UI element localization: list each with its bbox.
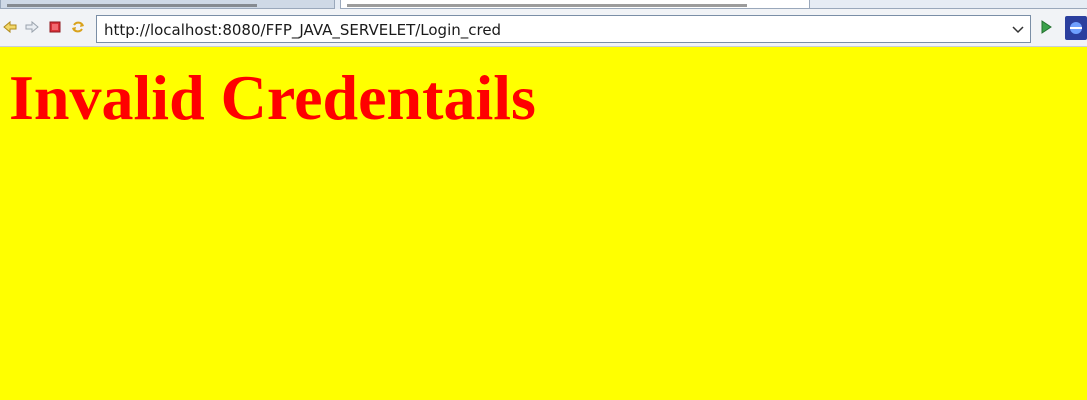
refresh-button[interactable] bbox=[70, 19, 86, 35]
go-button[interactable] bbox=[1038, 19, 1054, 35]
stop-icon bbox=[49, 21, 61, 33]
forward-button[interactable] bbox=[24, 19, 40, 35]
back-button[interactable] bbox=[2, 19, 18, 35]
refresh-icon bbox=[72, 21, 84, 33]
extension-button[interactable] bbox=[1065, 16, 1087, 40]
browser-tab-1[interactable] bbox=[0, 0, 335, 9]
extension-icon bbox=[1070, 22, 1082, 34]
page-content: Invalid Credentails bbox=[0, 47, 1087, 400]
chevron-down-icon[interactable] bbox=[1010, 21, 1026, 37]
browser-toolbar: http://localhost:8080/FFP_JAVA_SERVELET/… bbox=[0, 9, 1087, 47]
go-play-icon bbox=[1041, 20, 1052, 34]
address-bar-url[interactable]: http://localhost:8080/FFP_JAVA_SERVELET/… bbox=[104, 21, 501, 39]
tab-strip-empty bbox=[810, 0, 1087, 9]
forward-arrow-icon bbox=[25, 20, 39, 34]
browser-tab-active[interactable] bbox=[340, 0, 810, 9]
address-bar[interactable]: http://localhost:8080/FFP_JAVA_SERVELET/… bbox=[96, 15, 1031, 43]
stop-button[interactable] bbox=[47, 19, 63, 35]
page-heading: Invalid Credentails bbox=[9, 62, 536, 133]
tab-strip bbox=[0, 0, 1087, 9]
back-arrow-icon bbox=[3, 20, 17, 34]
